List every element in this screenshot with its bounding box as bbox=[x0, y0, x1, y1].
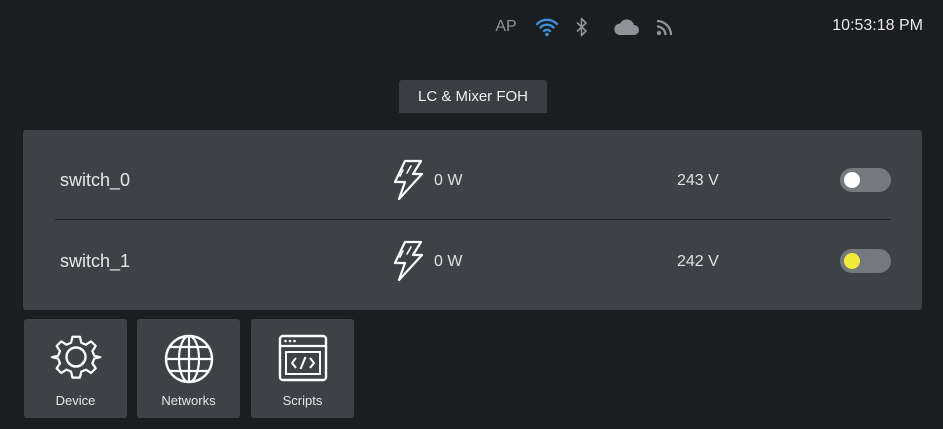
ap-label: AP bbox=[495, 18, 517, 35]
toggle-knob bbox=[844, 172, 860, 188]
cloud-icon bbox=[612, 14, 640, 40]
device-tile-button[interactable]: Device bbox=[24, 319, 127, 418]
code-window-icon bbox=[277, 333, 329, 385]
bluetooth-icon bbox=[575, 14, 589, 40]
tile-label: Networks bbox=[161, 393, 216, 408]
status-icons: AP bbox=[494, 14, 675, 40]
panel-title-tab: LC & Mixer FOH bbox=[399, 80, 547, 113]
status-bar: AP 10:53:18 PM bbox=[0, 0, 943, 55]
switch-name: switch_1 bbox=[60, 251, 131, 271]
networks-tile-button[interactable]: Networks bbox=[137, 319, 240, 418]
voltage-reading: 243 V bbox=[677, 172, 719, 189]
rss-icon bbox=[655, 14, 675, 40]
gear-icon bbox=[50, 333, 102, 385]
switch-panel: switch_0 0 W 243 V switch_1 0 W 242 V bbox=[23, 130, 922, 310]
switch-row: switch_1 0 W 242 V bbox=[23, 222, 922, 302]
power-reading: 0 W bbox=[434, 253, 463, 270]
switch-row: switch_0 0 W 243 V bbox=[23, 141, 922, 221]
switch-toggle[interactable] bbox=[840, 249, 891, 273]
clock: 10:53:18 PM bbox=[832, 17, 923, 34]
lightning-icon bbox=[391, 240, 425, 282]
lightning-icon bbox=[391, 159, 425, 201]
globe-icon bbox=[163, 333, 215, 385]
voltage-reading: 242 V bbox=[677, 253, 719, 270]
tile-label: Device bbox=[55, 393, 96, 408]
tile-label: Scripts bbox=[282, 393, 323, 408]
panel-title: LC & Mixer FOH bbox=[417, 88, 528, 105]
switch-name: switch_0 bbox=[60, 170, 131, 190]
toggle-knob bbox=[844, 253, 860, 269]
scripts-tile-button[interactable]: Scripts bbox=[251, 319, 354, 418]
power-reading: 0 W bbox=[434, 172, 463, 189]
row-divider bbox=[55, 219, 891, 220]
wifi-icon bbox=[534, 14, 560, 40]
app-root: AP 10:53:18 PM LC & Mixer FOH switch_0 0… bbox=[0, 0, 943, 429]
switch-toggle[interactable] bbox=[840, 168, 891, 192]
